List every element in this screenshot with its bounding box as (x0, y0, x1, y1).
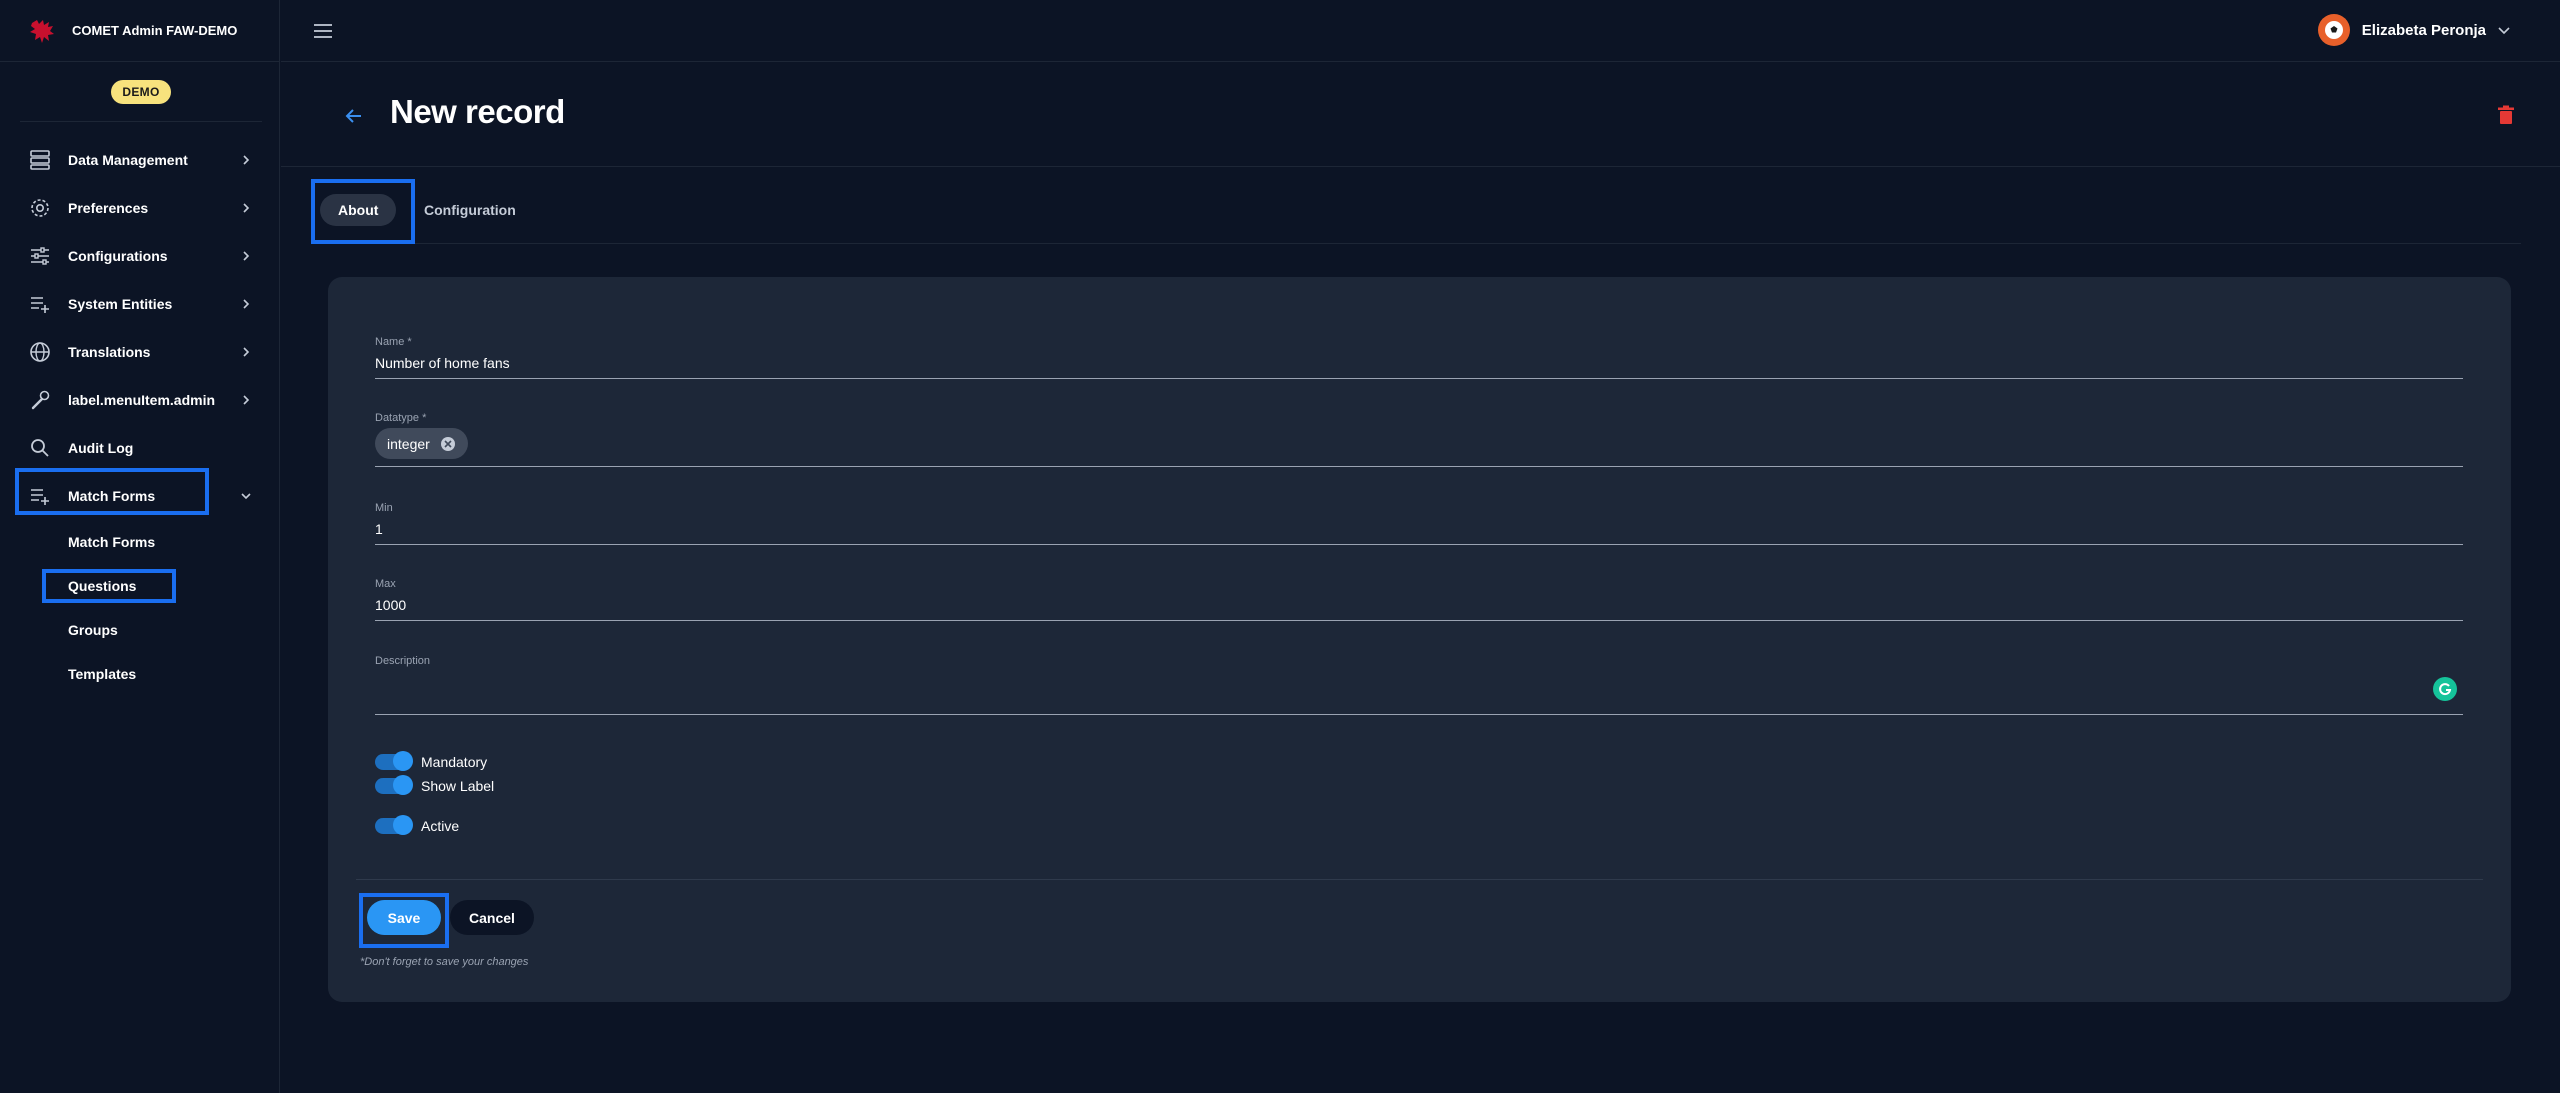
active-toggle[interactable]: Active (375, 815, 460, 835)
datatype-chip: integer (375, 428, 468, 459)
sidebar-item-label: System Entities (68, 296, 173, 312)
sidebar-item-audit-log[interactable]: Audit Log (0, 424, 280, 472)
sidebar-item-match-forms[interactable]: Match Forms (0, 472, 280, 520)
topbar: Elizabeta Peronja (281, 0, 2560, 62)
min-value: 1 (375, 521, 383, 537)
playlist-add-icon (28, 484, 52, 508)
datatype-field[interactable]: Datatype * integer (375, 412, 2463, 467)
sidebar-subitem-groups[interactable]: Groups (0, 608, 280, 652)
save-button[interactable]: Save (367, 900, 441, 935)
sidebar-item-translations[interactable]: Translations (0, 328, 280, 376)
env-badge-wrap: DEMO (20, 62, 262, 122)
chevron-down-icon (241, 493, 251, 500)
name-label: Name * (375, 336, 412, 348)
chevron-down-icon (2498, 27, 2510, 35)
search-icon (28, 436, 52, 460)
save-reminder: *Don't forget to save your changes (360, 956, 529, 968)
sidebar-item-preferences[interactable]: Preferences (0, 184, 280, 232)
gear-icon (28, 196, 52, 220)
toggle-switch[interactable] (375, 751, 413, 771)
sidebar-item-label: label.menuItem.admin (68, 392, 216, 408)
playlist-add-icon (28, 292, 52, 316)
chevron-right-icon (243, 347, 250, 357)
show-label-toggle[interactable]: Show Label (375, 775, 495, 795)
active-label: Active (421, 818, 460, 834)
tab-configuration[interactable]: Configuration (424, 194, 516, 226)
sidebar-subitem-templates[interactable]: Templates (0, 652, 280, 696)
page-header: New record (281, 63, 2560, 167)
max-label: Max (375, 578, 396, 590)
sidebar-item-label: Preferences (68, 200, 149, 216)
max-value: 1000 (375, 597, 407, 613)
sidebar-item-admin[interactable]: label.menuItem.admin (0, 376, 280, 424)
name-field[interactable]: Name * Number of home fans (375, 336, 2463, 379)
globe-icon (28, 340, 52, 364)
mandatory-label: Mandatory (421, 754, 488, 770)
chevron-right-icon (243, 299, 250, 309)
sidebar-nav: Data Management Preferences Configuratio… (0, 136, 280, 696)
page-title: New record (390, 93, 565, 130)
trash-icon[interactable] (2494, 103, 2518, 127)
grammarly-icon[interactable] (2433, 677, 2457, 701)
clear-icon[interactable] (440, 436, 456, 452)
chevron-right-icon (243, 203, 250, 213)
description-label: Description (375, 655, 431, 667)
sidebar-subitem-match-forms[interactable]: Match Forms (0, 520, 280, 564)
tab-about[interactable]: About (320, 194, 397, 226)
chevron-right-icon (243, 251, 250, 261)
cancel-button[interactable]: Cancel (450, 900, 534, 935)
name-value: Number of home fans (375, 355, 510, 371)
sidebar-subitem-questions[interactable]: Questions (0, 564, 280, 608)
datatype-label: Datatype * (375, 412, 427, 424)
sidebar-item-system-entities[interactable]: System Entities (0, 280, 280, 328)
hamburger-menu-icon[interactable] (313, 20, 333, 42)
user-menu[interactable]: Elizabeta Peronja (2317, 14, 2512, 46)
sidebar-item-label: Audit Log (68, 440, 134, 456)
avatar (2317, 14, 2350, 46)
toggle-switch[interactable] (375, 815, 413, 835)
divider (356, 879, 2483, 880)
back-arrow-icon[interactable] (341, 103, 367, 129)
datatype-chip-label: integer (387, 435, 430, 452)
sidebar-item-label: Translations (68, 344, 151, 360)
sidebar-item-label: Configurations (68, 248, 168, 264)
chevron-right-icon (243, 155, 250, 165)
min-field[interactable]: Min 1 (375, 502, 2463, 545)
max-field[interactable]: Max 1000 (375, 578, 2463, 621)
form-card: Name * Number of home fans Datatype * in… (328, 277, 2511, 1002)
min-label: Min (375, 502, 393, 514)
description-field[interactable]: Description (375, 655, 2463, 715)
sidebar-item-data-management[interactable]: Data Management (0, 136, 280, 184)
brand-header[interactable]: COMET Admin FAW-DEMO (0, 0, 280, 62)
storage-icon (28, 148, 52, 172)
tab-bar: About Configuration (311, 168, 2521, 244)
user-name: Elizabeta Peronja (2361, 21, 2486, 39)
chevron-right-icon (243, 395, 250, 405)
soccer-ball-icon (2324, 21, 2343, 39)
sidebar-item-configurations[interactable]: Configurations (0, 232, 280, 280)
mandatory-toggle[interactable]: Mandatory (375, 751, 488, 771)
sidebar: COMET Admin FAW-DEMO DEMO Data Managemen… (0, 0, 280, 1093)
wrench-icon (28, 388, 52, 412)
sliders-icon (28, 244, 52, 268)
dragon-logo-icon (30, 19, 54, 43)
app-title: COMET Admin FAW-DEMO (72, 23, 238, 38)
show-label-label: Show Label (421, 778, 495, 794)
env-badge: DEMO (111, 79, 171, 104)
sidebar-item-label: Match Forms (68, 488, 156, 504)
sidebar-item-label: Data Management (68, 152, 188, 168)
toggle-switch[interactable] (375, 775, 413, 795)
